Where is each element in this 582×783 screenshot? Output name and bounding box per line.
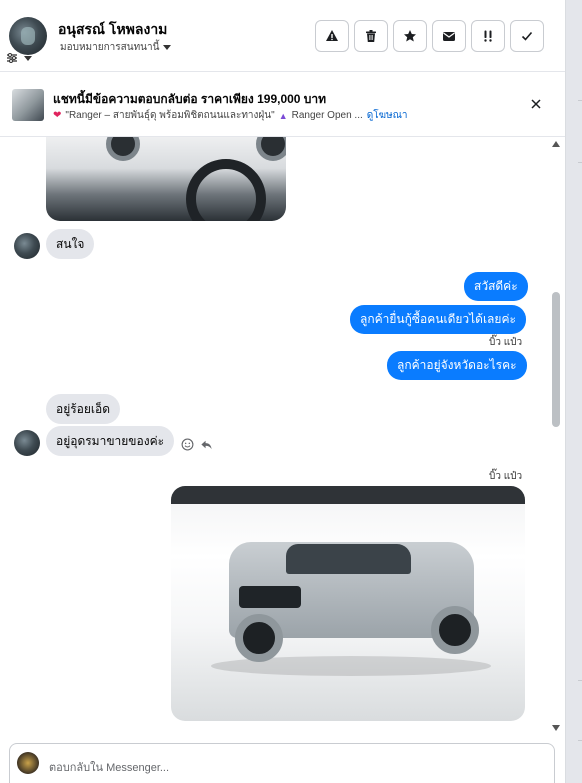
message-incoming[interactable]: สนใจ [46, 229, 95, 259]
conversation-actions [315, 20, 544, 52]
read-receipt-label: บิ๊ว แป๋ว [489, 471, 523, 482]
chevron-down-icon [163, 45, 172, 50]
warning-icon [326, 30, 338, 41]
conversation-panel: อนุสรณ์ โหพลงาม มอบหมายการสนทนานี้ แชทนี… [0, 0, 565, 783]
scroll-thumb[interactable] [552, 292, 560, 427]
assign-label: มอบหมายการสนทนานี้ [60, 42, 160, 53]
mark-unread-button[interactable] [432, 20, 466, 52]
ad-campaign-icon: ▲ [278, 110, 288, 121]
message-outgoing[interactable]: ลูกค้ายื่นกู้ซื้อคนเดียวได้เลยค่ะ [350, 305, 526, 334]
read-receipt-label: บิ๊ว แป๋ว [489, 337, 523, 348]
assign-conversation-dropdown[interactable]: มอบหมายการสนทนานี้ [60, 40, 172, 55]
star-button[interactable] [393, 20, 427, 52]
report-button[interactable] [315, 20, 349, 52]
contact-avatar-small[interactable] [14, 430, 40, 456]
check-icon [521, 31, 533, 41]
ad-thumbnail [12, 89, 44, 121]
contact-avatar-small[interactable] [14, 233, 40, 259]
smiley-icon[interactable] [181, 438, 194, 451]
delete-button[interactable] [354, 20, 388, 52]
contact-avatar[interactable] [9, 17, 47, 55]
heart-icon: ❤ [53, 110, 62, 121]
follow-up-button[interactable] [471, 20, 505, 52]
page-avatar [17, 752, 39, 774]
side-panel-edge [565, 0, 582, 783]
message-thread: สนใจ สวัสดีค่ะ ลูกค้ายื่นกู้ซื้อคนเดียวไ… [0, 137, 565, 735]
mark-done-button[interactable] [510, 20, 544, 52]
ad-subtitle-row: ❤ "Ranger – สายพันธุ์ดุ พร้อมพิชิตถนนและ… [53, 108, 408, 123]
message-hover-actions [181, 438, 213, 451]
scroll-down-arrow[interactable] [552, 725, 560, 731]
message-outgoing[interactable]: สวัสดีค่ะ [464, 272, 528, 301]
trash-icon [366, 30, 376, 42]
close-icon[interactable] [528, 96, 544, 112]
conversation-header: อนุสรณ์ โหพลงาม มอบหมายการสนทนานี้ [0, 0, 565, 72]
ad-campaign: Ranger Open ... [291, 110, 363, 121]
ad-subtitle: "Ranger – สายพันธุ์ดุ พร้อมพิชิตถนนและทา… [65, 110, 275, 121]
reply-composer[interactable]: ตอบกลับใน Messenger... [9, 743, 555, 783]
message-incoming[interactable]: อยู่อุดรมาขายของค่ะ [46, 426, 175, 456]
filter-menu-button[interactable] [6, 52, 32, 64]
view-ad-link[interactable]: ดูโฆษณา [367, 108, 408, 123]
sent-image-truck[interactable] [171, 486, 525, 721]
message-outgoing[interactable]: ลูกค้าอยู่จังหวัดอะไรคะ [387, 351, 527, 380]
ad-title: แชทนี้มีข้อความตอบกลับต่อ ราคาเพียง 199,… [53, 92, 327, 106]
envelope-icon [443, 32, 455, 41]
contact-name[interactable]: อนุสรณ์ โหพลงาม [58, 19, 167, 41]
reply-icon[interactable] [200, 438, 213, 451]
chevron-down-icon [24, 55, 32, 61]
star-icon [404, 30, 416, 42]
scroll-up-arrow[interactable] [552, 141, 560, 147]
received-image-interior[interactable] [46, 137, 286, 221]
composer-placeholder[interactable]: ตอบกลับใน Messenger... [49, 758, 169, 776]
ad-context-banner: แชทนี้มีข้อความตอบกลับต่อ ราคาเพียง 199,… [0, 73, 565, 137]
thread-scrollbar[interactable] [549, 137, 563, 735]
double-exclamation-icon [484, 30, 492, 42]
sliders-icon [7, 53, 17, 63]
message-incoming[interactable]: อยู่ร้อยเอ็ด [46, 394, 121, 424]
